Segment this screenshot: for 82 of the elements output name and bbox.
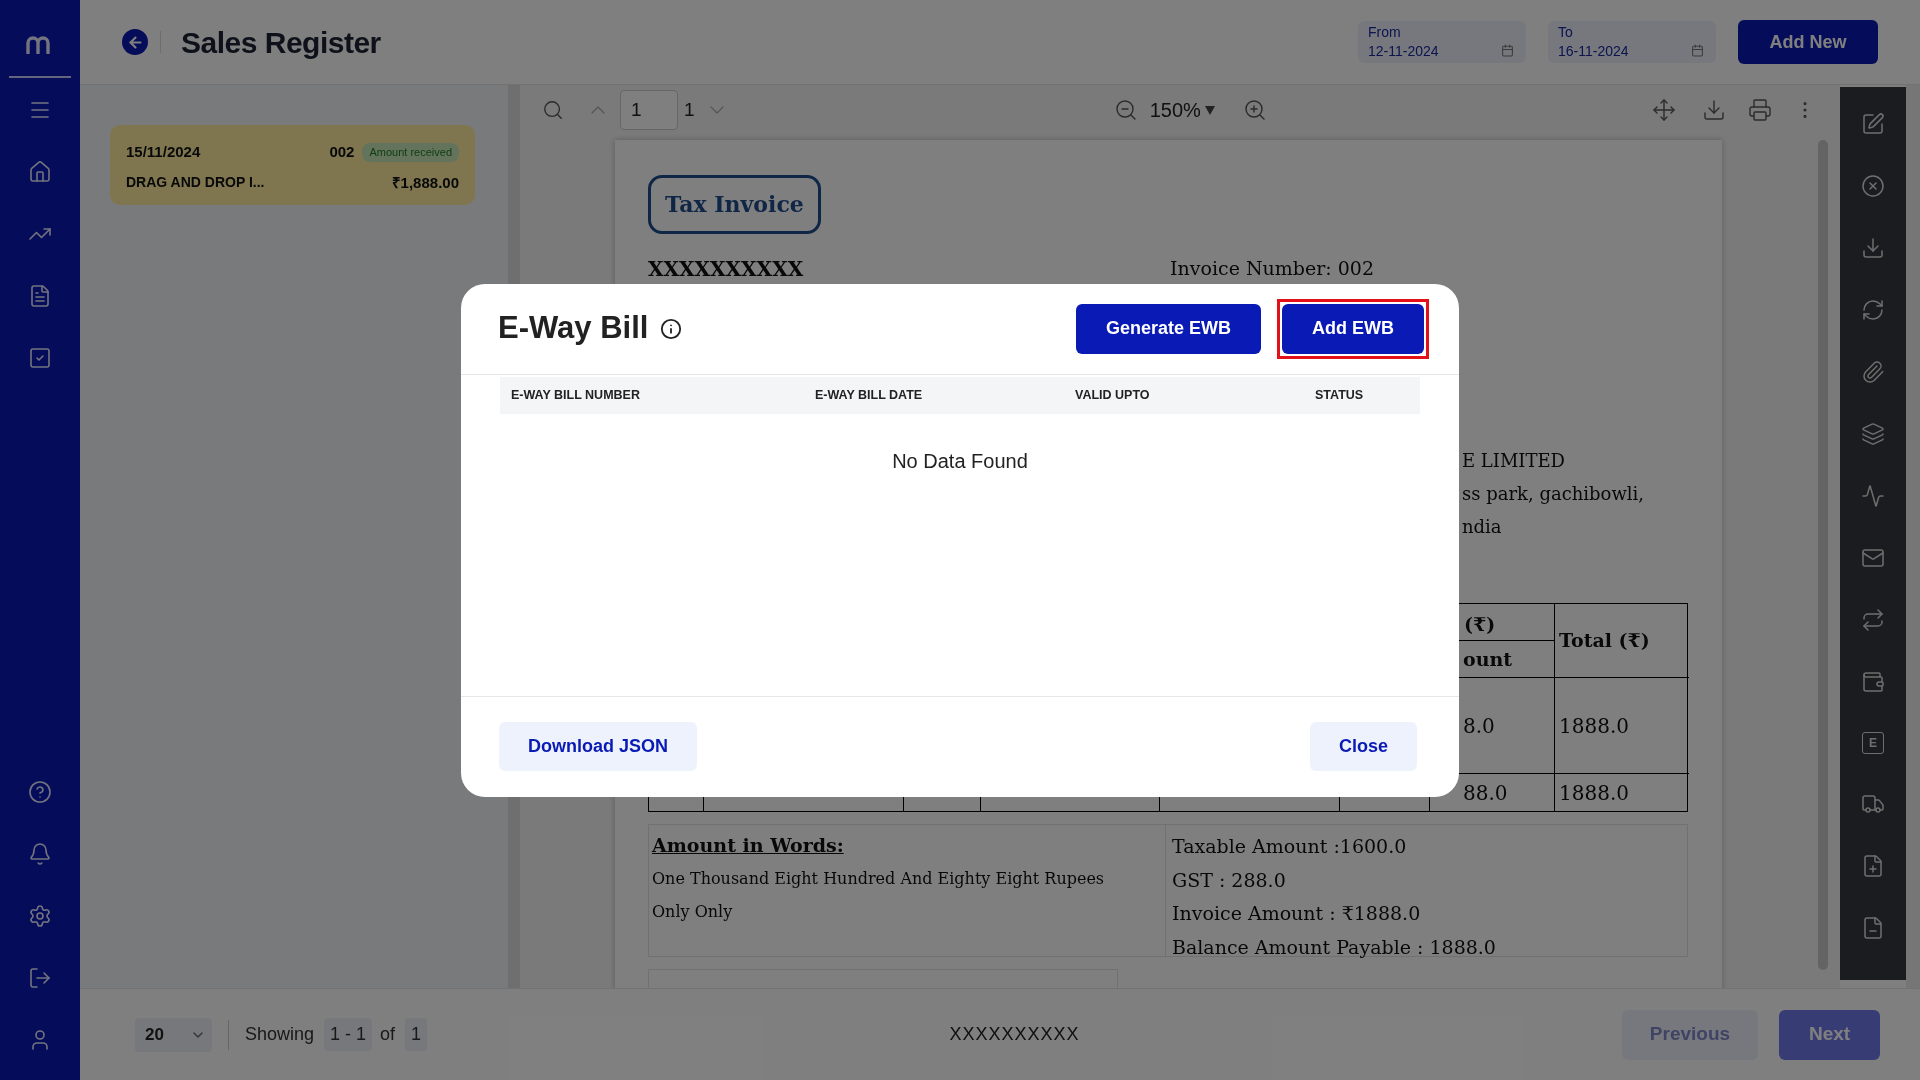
print-icon[interactable] [1748, 98, 1772, 122]
table-cell: 1888.0 [1555, 678, 1689, 774]
of-label: of [380, 1023, 396, 1046]
download-icon[interactable] [1861, 236, 1885, 260]
zoom-level[interactable]: 150% [1149, 95, 1201, 125]
dialog-footer-button[interactable]: Download JSON [499, 722, 697, 771]
page-title: Sales Register [181, 24, 381, 61]
move-icon[interactable] [1652, 98, 1676, 122]
date-value: 12-11-2024 [1368, 42, 1439, 61]
help-icon[interactable] [28, 780, 52, 804]
table-header: Total (₹) [1555, 604, 1689, 678]
invoice-card[interactable]: 15/11/2024 002 Amount received DRAG AND DROP I... ₹1,888.00 [110, 125, 475, 205]
repeat-icon[interactable] [1861, 608, 1885, 632]
edit-icon[interactable] [1861, 112, 1885, 136]
invoice-number: 002 [329, 142, 355, 162]
dropdown-caret-icon[interactable] [1204, 105, 1215, 115]
total-chip: 1 [405, 1018, 428, 1051]
dialog-title: E-Way Bill [498, 309, 649, 348]
layers-icon[interactable] [1861, 422, 1885, 446]
dialog-footer-button[interactable]: Close [1309, 722, 1417, 771]
summary-line: Balance Amount Payable : 1888.0 [1172, 934, 1496, 960]
summary-line: Invoice Amount : ₹1888.0 [1172, 901, 1421, 926]
table-cell-text: 1888.0 [1558, 779, 1630, 807]
calendar-icon [1691, 44, 1704, 57]
company-name: XXXXXXXXXX [648, 256, 805, 283]
date-value: 16-11-2024 [1558, 42, 1629, 61]
range-chip: 1 - 1 [324, 1018, 373, 1051]
logout-icon[interactable] [28, 966, 52, 990]
page-size-select[interactable]: 20 [135, 1017, 212, 1052]
column-header: VALID UPTO [1075, 386, 1150, 404]
next-button[interactable]: Next [1779, 1009, 1880, 1060]
column-header: STATUS [1315, 386, 1364, 404]
address-line: E LIMITED [1462, 449, 1566, 473]
settings-icon[interactable] [28, 904, 52, 928]
dialog-button[interactable]: Add EWB [1282, 303, 1424, 354]
close-circle-icon[interactable] [1861, 174, 1885, 198]
zoom-out-icon[interactable] [1113, 98, 1138, 122]
date-label: To [1558, 23, 1573, 41]
letter-box-icon[interactable]: E [1862, 732, 1884, 754]
pulse-icon[interactable] [1861, 484, 1885, 508]
date-label: From [1368, 23, 1401, 41]
page-count: 1 [684, 97, 695, 122]
document-icon[interactable] [28, 284, 52, 308]
add-new-button[interactable]: Add New [1738, 20, 1878, 64]
file-plus-icon[interactable] [1861, 854, 1885, 878]
invoice-amount: ₹1,888.00 [391, 172, 459, 193]
customer-name: DRAG AND DROP I... [126, 173, 265, 193]
document-name: XXXXXXXXXX [949, 1023, 1080, 1046]
invoice-number: Invoice Number: 002 [1170, 256, 1374, 281]
page-input[interactable]: 1 [620, 90, 678, 130]
document-title: Tax Invoice [648, 175, 821, 234]
checkbox-icon[interactable] [28, 346, 52, 370]
amount-in-words-heading: Amount in Words: [652, 833, 844, 858]
date-field[interactable]: To 16-11-2024 [1548, 21, 1716, 63]
column-header: E-WAY BILL NUMBER [511, 386, 640, 404]
truck-icon[interactable] [1861, 792, 1885, 816]
status-badge: Amount received [362, 143, 459, 162]
download-icon[interactable] [1702, 98, 1726, 122]
column-header: E-WAY BILL DATE [815, 386, 923, 404]
empty-message: No Data Found [892, 448, 1028, 474]
zoom-in-icon[interactable] [1242, 98, 1267, 122]
back-arrow-icon [126, 33, 144, 51]
bell-icon[interactable] [28, 842, 52, 866]
search-icon[interactable] [542, 99, 564, 121]
date-field[interactable]: From 12-11-2024 [1358, 21, 1526, 63]
dialog-button[interactable]: Generate EWB [1075, 303, 1261, 354]
wallet-icon[interactable] [1861, 670, 1885, 694]
address-line: ss park, gachibowli, [1462, 482, 1645, 506]
paperclip-icon[interactable] [1861, 360, 1885, 384]
invoice-date: 15/11/2024 [126, 142, 201, 162]
amount-in-words: One Thousand Eight Hundred And Eighty Eight Rupees Only Only [652, 867, 1106, 923]
home-icon[interactable] [28, 160, 52, 184]
showing-label: Showing [245, 1023, 315, 1046]
back-button[interactable] [122, 29, 148, 55]
refresh-icon[interactable] [1861, 298, 1885, 322]
mail-icon[interactable] [1861, 546, 1885, 570]
summary-line: Taxable Amount :1600.0 [1172, 834, 1407, 859]
summary-line: GST : 288.0 [1172, 867, 1286, 893]
file-minus-icon[interactable] [1861, 916, 1885, 940]
address-line: ndia [1462, 515, 1502, 539]
info-icon[interactable] [660, 317, 683, 340]
calendar-icon [1501, 44, 1514, 57]
